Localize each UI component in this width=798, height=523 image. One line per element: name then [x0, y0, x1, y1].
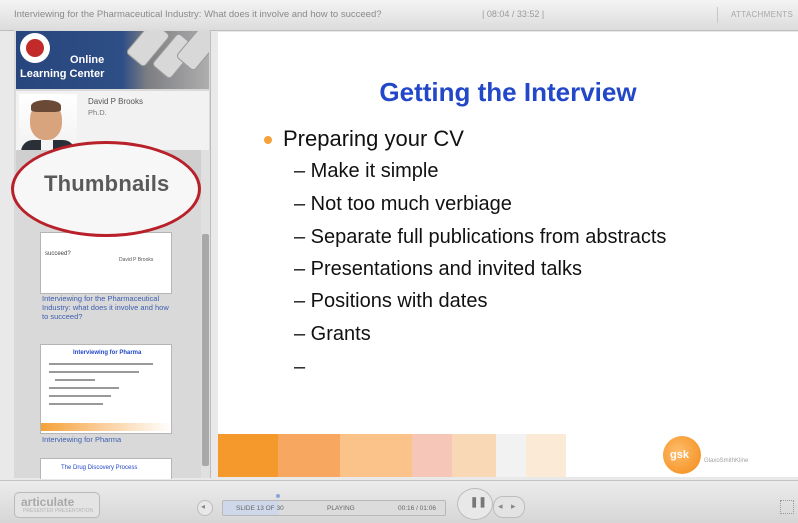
title-divider — [717, 7, 718, 23]
elapsed-time: | 08:04 / 33:52 | — [482, 9, 545, 19]
gsk-logo-text: gsk — [670, 449, 689, 461]
mini-text-line — [49, 363, 153, 365]
band-segment — [218, 434, 278, 477]
decorative-color-band — [218, 434, 798, 477]
thumbnail-slide-3[interactable]: The Drug Discovery Process — [40, 458, 172, 479]
scrollbar-thumb[interactable] — [202, 234, 209, 466]
thumbnails-tab[interactable]: Thumbnails — [44, 171, 169, 197]
pause-button[interactable]: ❚❚ — [457, 488, 493, 520]
logo-line-1: Online — [70, 54, 105, 66]
band-segment — [526, 434, 566, 477]
band-segment — [340, 434, 412, 477]
volume-button[interactable]: ◂ — [197, 500, 213, 516]
mini-text-line — [49, 403, 103, 405]
brand-name: articulate — [21, 495, 75, 509]
thumbnail-scrollbar[interactable] — [201, 150, 210, 478]
fullscreen-icon[interactable] — [780, 500, 794, 514]
band-segment — [412, 434, 452, 477]
mini-text-line — [49, 395, 111, 397]
next-slide-icon[interactable]: ▸ — [511, 501, 516, 512]
sub-bullet: – Not too much verbiage — [294, 193, 512, 215]
slide-counter: SLIDE 13 OF 30 — [236, 505, 284, 512]
logo-emblem-inner — [26, 39, 44, 57]
band-segment — [452, 434, 496, 477]
slide-time: 00:16 / 01:06 — [398, 505, 436, 512]
main-bullet: Preparing your CV — [283, 126, 464, 151]
thumbnail-mini-title: The Drug Discovery Process — [61, 465, 138, 471]
thumbnail-mini-title: succeed? — [45, 251, 71, 257]
thumbnail-caption[interactable]: Interviewing for the Pharmaceutical Indu… — [42, 294, 170, 321]
band-segment — [278, 434, 340, 477]
thumbnail-mini-title: Interviewing for Pharma — [73, 350, 142, 356]
mini-text-line — [49, 387, 119, 389]
sub-bullet: – — [294, 356, 306, 378]
presenter-credentials: Ph.D. — [88, 108, 107, 117]
online-learning-center-logo: Online Learning Center — [16, 31, 209, 89]
mini-band — [41, 423, 171, 431]
thumbnail-caption[interactable]: Interviewing for Pharma — [42, 435, 170, 444]
mini-text-line — [49, 371, 139, 373]
articulate-brand: articulate PRESENTER PRESENTATION — [14, 492, 100, 518]
band-segment — [496, 434, 526, 477]
mini-text-line — [55, 379, 95, 381]
brand-subtitle: PRESENTER PRESENTATION — [23, 508, 94, 514]
sub-bullet: – Presentations and invited talks — [294, 258, 582, 280]
slide-canvas: Getting the Interview Preparing your CV … — [218, 32, 798, 477]
previous-slide-icon[interactable]: ◂ — [498, 501, 503, 512]
thumbnail-slide-1[interactable]: succeed? David P Brooks — [40, 232, 172, 294]
photo-hair — [31, 100, 61, 112]
thumbnail-slide-2[interactable]: Interviewing for Pharma — [40, 344, 172, 434]
sub-bullet: – Grants — [294, 323, 371, 345]
thumbnail-list: succeed? David P Brooks Interviewing for… — [33, 230, 201, 479]
presentation-title: Interviewing for the Pharmaceutical Indu… — [14, 9, 382, 20]
sub-bullet: – Positions with dates — [294, 290, 488, 312]
playback-status: PLAYING — [327, 505, 355, 512]
title-bar: Interviewing for the Pharmaceutical Indu… — [0, 0, 798, 31]
slide-title: Getting the Interview — [379, 77, 637, 107]
bullet-dot-icon — [264, 136, 272, 144]
attachments-tab[interactable]: ATTACHMENTS — [731, 10, 793, 19]
sub-bullet: – Make it simple — [294, 160, 439, 182]
logo-line-2: Learning Center — [20, 68, 105, 80]
gsk-company-name: GlaxoSmithKline — [704, 458, 749, 464]
thumbnail-mini-author: David P Brooks — [119, 257, 154, 263]
pause-icon: ❚❚ — [470, 497, 487, 508]
progress-marker[interactable] — [276, 494, 280, 498]
presenter-name: David P Brooks — [88, 97, 143, 106]
sub-bullet: – Separate full publications from abstra… — [294, 226, 667, 248]
slide-nav-buttons: ◂ ▸ — [493, 496, 525, 518]
volume-icon: ◂ — [201, 502, 206, 511]
